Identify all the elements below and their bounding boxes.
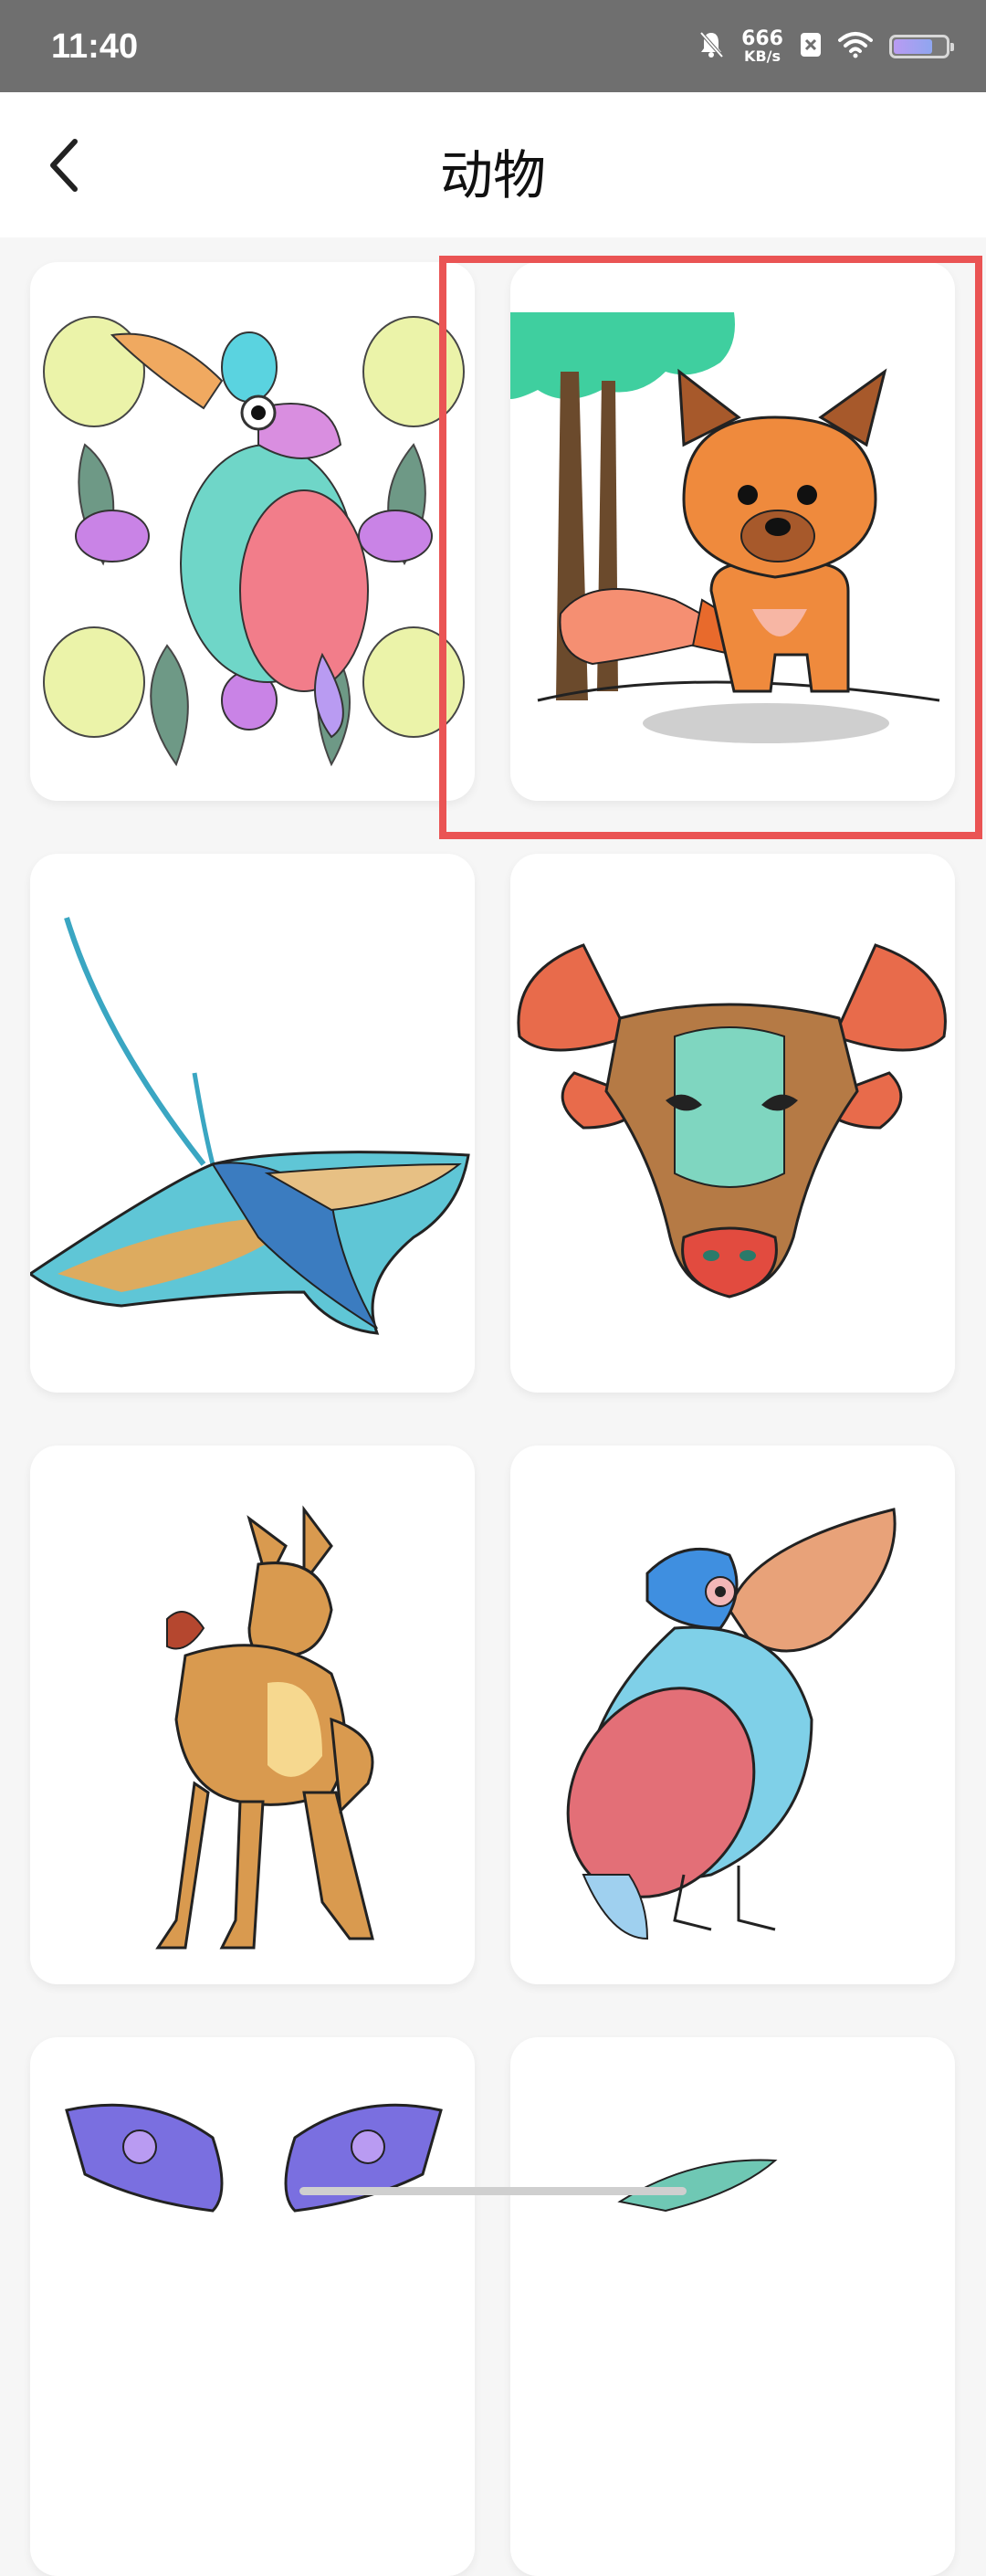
- gallery-item-fawn[interactable]: [30, 1446, 475, 1984]
- home-indicator[interactable]: [299, 2187, 687, 2195]
- mute-bell-icon: [698, 30, 725, 63]
- status-icons: 666 KB/s: [698, 24, 954, 69]
- page-title: 动物: [439, 144, 546, 206]
- net-speed-value: 666: [741, 27, 783, 50]
- battery-icon: [889, 35, 954, 58]
- bull-head-image: [517, 943, 947, 1299]
- gallery-item-butterfly[interactable]: [30, 2037, 475, 2576]
- wifi-icon: [838, 31, 873, 62]
- leaf-bird-image: [617, 2159, 778, 2213]
- pelican-mandala-image: [43, 316, 465, 767]
- gallery-item-leaf-bird[interactable]: [510, 2037, 955, 2576]
- sim-x-icon: [800, 32, 822, 61]
- net-speed: 666 KB/s: [741, 29, 783, 64]
- gallery-item-pelican-mandala[interactable]: [30, 262, 475, 801]
- status-bar: 11:40 666 KB/s: [0, 0, 986, 92]
- top-app-bar: 动物: [0, 92, 986, 237]
- battery-level: [894, 39, 932, 54]
- selection-highlight: [439, 256, 982, 839]
- gallery-item-bull-head[interactable]: [510, 854, 955, 1393]
- net-speed-unit: KB/s: [744, 47, 781, 65]
- pelican-image: [566, 1508, 897, 1940]
- gallery-item-manta-ray[interactable]: [30, 854, 475, 1393]
- fawn-image: [155, 1505, 374, 1950]
- gallery-item-pelican[interactable]: [510, 1446, 955, 1984]
- manta-ray-image: [30, 917, 470, 1335]
- butterfly-image: [65, 2103, 443, 2213]
- status-time: 11:40: [51, 27, 139, 66]
